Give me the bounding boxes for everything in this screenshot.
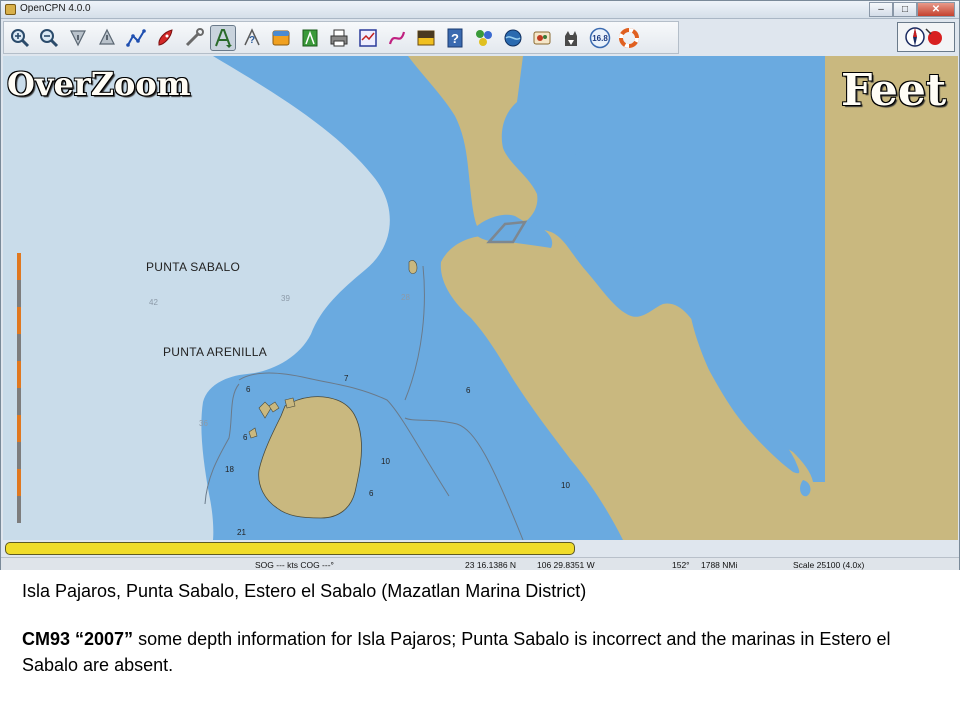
text-toggle-icon <box>215 28 232 48</box>
sounding: 39 <box>281 294 290 303</box>
print-icon <box>330 29 348 46</box>
zoom-in-button[interactable] <box>7 25 33 51</box>
nav-object-button[interactable] <box>529 25 555 51</box>
sounding: 18 <box>225 465 234 474</box>
slide-caption: Isla Pajaros, Punta Sabalo, Estero el Sa… <box>22 578 942 678</box>
main-toolbar: ? ? 16.8 <box>3 21 679 54</box>
ais-button[interactable] <box>471 25 497 51</box>
window-controls: – □ ✕ <box>869 2 955 17</box>
islet <box>284 397 296 409</box>
sounding: 21 <box>237 528 246 537</box>
mob-icon <box>388 31 406 44</box>
sounding: 6 <box>243 433 248 442</box>
sounding: 10 <box>561 481 570 490</box>
color-scheme-icon <box>359 28 377 47</box>
lifebuoy-button[interactable] <box>616 25 642 51</box>
status-latitude: 23 16.1386 N <box>465 560 517 570</box>
nautical-chart-map <box>3 56 958 540</box>
app-icon <box>5 4 16 15</box>
lifebuoy-icon <box>619 27 639 48</box>
dog-button[interactable] <box>558 25 584 51</box>
color-scheme-button[interactable] <box>355 25 381 51</box>
globe-icon <box>504 29 522 46</box>
maximize-button[interactable]: □ <box>893 2 917 17</box>
place-label-punta-arenilla: PUNTA ARENILLA <box>163 345 268 359</box>
status-bearing: 152° <box>672 560 690 570</box>
cm93-zoom-button[interactable] <box>413 25 439 51</box>
route-manager-icon <box>272 30 290 45</box>
route-manager-button[interactable] <box>268 25 294 51</box>
caption-line-1: Isla Pajaros, Punta Sabalo, Estero el Sa… <box>22 581 587 601</box>
globe-button[interactable] <box>500 25 526 51</box>
islet <box>408 260 418 274</box>
status-longitude: 106 29.8351 W <box>537 560 595 570</box>
print-button[interactable] <box>326 25 352 51</box>
place-label-punta-sabalo: PUNTA SABALO <box>146 260 241 274</box>
status-distance: 1788 NMi <box>701 560 738 570</box>
settings-button[interactable] <box>181 25 207 51</box>
text-toggle-button[interactable] <box>210 24 236 51</box>
help-button[interactable]: ? <box>442 25 468 51</box>
cm93-zoom-icon <box>417 30 435 45</box>
current-tide-button[interactable]: ? <box>239 25 265 51</box>
scale-in-button[interactable] <box>65 25 91 51</box>
water-inlet <box>747 299 757 312</box>
depth-units-indicator: Feet <box>841 65 947 116</box>
opencpn-window: OpenCPN 4.0.0 – □ ✕ ? ? 16.8 OverZoom Fe… <box>0 0 960 570</box>
nav-object-icon <box>533 31 551 44</box>
speed-button[interactable]: 16.8 <box>587 25 613 51</box>
north-up-compass[interactable] <box>897 22 955 52</box>
settings-icon <box>185 27 204 46</box>
zoom-in-icon <box>11 28 30 47</box>
sounding: 6 <box>466 386 471 395</box>
scale-in-icon <box>70 29 86 46</box>
scale-out-icon <box>99 28 115 45</box>
overzoom-indicator: OverZoom <box>7 65 191 103</box>
chart-scale-bar <box>17 253 21 523</box>
track-button[interactable] <box>297 25 323 51</box>
compass-icon <box>905 27 942 47</box>
sounding: 42 <box>149 298 158 307</box>
status-bar: SOG --- kts COG ---° 23 16.1386 N 106 29… <box>1 557 959 570</box>
route-icon <box>126 28 146 47</box>
caption-description: some depth information for Isla Pajaros;… <box>22 629 891 675</box>
help-icon: ? <box>447 28 463 47</box>
close-button[interactable]: ✕ <box>917 2 955 17</box>
status-scale: Scale 25100 (4.0x) <box>793 560 865 570</box>
ais-icon <box>476 29 492 46</box>
sounding: 6 <box>369 489 374 498</box>
current-tide-icon: ? <box>244 27 260 46</box>
caption-line-2: CM93 “2007” some depth information for I… <box>22 626 942 678</box>
scale-out-button[interactable] <box>94 25 120 51</box>
title-bar: OpenCPN 4.0.0 – □ ✕ <box>1 1 959 19</box>
caption-bold-source: CM93 “2007” <box>22 629 134 649</box>
route-button[interactable] <box>123 25 149 51</box>
sounding: 6 <box>246 385 251 394</box>
svg-text:?: ? <box>249 35 255 46</box>
track-icon <box>302 29 318 46</box>
speed-value: 16.8 <box>592 34 608 43</box>
zoom-out-icon <box>40 28 59 47</box>
mob-button[interactable] <box>384 25 410 51</box>
window-title: OpenCPN 4.0.0 <box>20 3 91 14</box>
status-sog-cog: SOG --- kts COG ---° <box>255 560 334 570</box>
chart-canvas[interactable]: OverZoom Feet PUNTA SABALO PUNTA ARENILL… <box>3 56 958 540</box>
minimize-button[interactable]: – <box>869 2 893 17</box>
auto-follow-button[interactable] <box>152 25 178 51</box>
svg-text:?: ? <box>451 31 459 46</box>
sounding: 7 <box>344 374 349 383</box>
sounding: 36 <box>199 419 208 428</box>
zoom-out-button[interactable] <box>36 25 62 51</box>
dog-icon <box>565 30 577 46</box>
sounding: 28 <box>401 293 410 302</box>
sounding: 10 <box>381 457 390 466</box>
speed-icon: 16.8 <box>589 27 611 48</box>
chart-bar-progress <box>5 542 575 555</box>
auto-follow-icon <box>158 28 173 46</box>
